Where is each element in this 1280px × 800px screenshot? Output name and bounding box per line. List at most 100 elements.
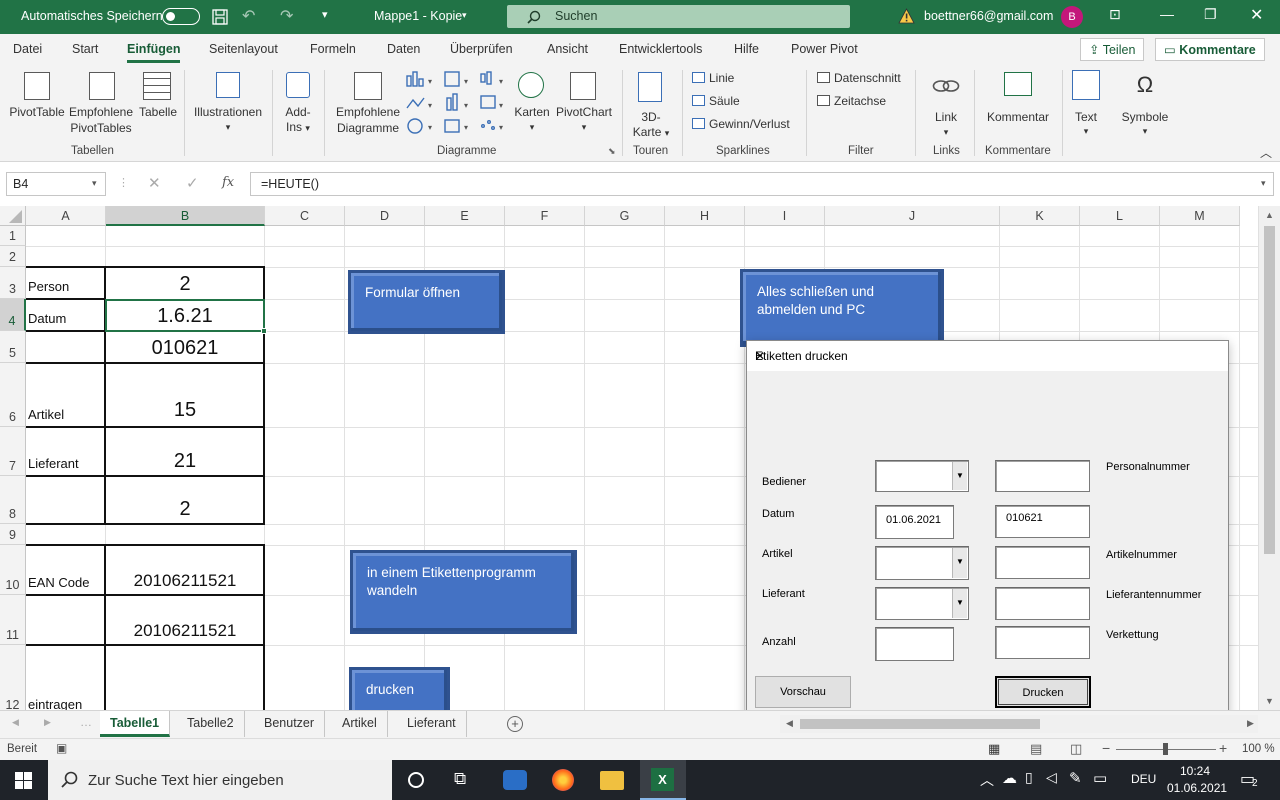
sparkline-line-button[interactable]: Linie	[692, 71, 734, 85]
cell-b8[interactable]: 2	[106, 498, 264, 521]
tab-einfuegen[interactable]: Einfügen	[127, 42, 181, 63]
column-header-j[interactable]: J	[825, 206, 1000, 226]
combobox-arrow-icon[interactable]: ▼	[952, 462, 967, 490]
column-header-f[interactable]: F	[505, 206, 585, 226]
cell-b10[interactable]: 20106211521	[106, 571, 264, 591]
column-header-l[interactable]: L	[1080, 206, 1160, 226]
vertical-scrollbar[interactable]: ▲ ▼	[1258, 206, 1280, 710]
text-button[interactable]: Text ▾	[1066, 70, 1106, 140]
link-button[interactable]: Link ▾	[924, 72, 968, 142]
sheet-scroll-left-icon[interactable]: ◀	[12, 717, 19, 728]
timeline-button[interactable]: Zeitachse	[817, 94, 886, 108]
dialog-titlebar[interactable]: Etiketten drucken ✕	[747, 341, 1228, 371]
collapse-ribbon-icon[interactable]: ︿	[1260, 144, 1272, 161]
add-sheet-icon[interactable]: +	[507, 716, 523, 732]
comments-button[interactable]: ▭ Kommentare	[1155, 38, 1265, 61]
tab-seitenlayout[interactable]: Seitenlayout	[209, 42, 278, 56]
page-break-view-icon[interactable]: ◫	[1070, 741, 1082, 757]
share-button[interactable]: ⇪ Teilen	[1080, 38, 1145, 61]
formula-input[interactable]: =HEUTE()	[250, 172, 1274, 196]
tab-power-pivot[interactable]: Power Pivot	[791, 42, 858, 56]
battery-icon[interactable]: ▭	[1093, 769, 1107, 787]
taskbar-search[interactable]: Zur Suche Text hier eingeben	[48, 760, 392, 800]
column-header-m[interactable]: M	[1160, 206, 1240, 226]
document-title[interactable]: Mappe1 - Kopie	[374, 9, 462, 23]
minimize-icon[interactable]: —	[1160, 6, 1174, 22]
expand-formula-bar-icon[interactable]: ▾	[1261, 178, 1266, 189]
cell-a6[interactable]: Artikel	[28, 407, 64, 422]
supplier-number-field[interactable]	[995, 587, 1090, 620]
onedrive-icon[interactable]: ☁	[1002, 769, 1017, 787]
avatar[interactable]: B	[1061, 6, 1083, 28]
slicer-button[interactable]: Datenschnitt	[817, 71, 901, 85]
preview-button[interactable]: Vorschau	[755, 676, 851, 708]
symbols-button[interactable]: Ω Symbole ▾	[1118, 70, 1172, 140]
cell-a7[interactable]: Lieferant	[28, 456, 79, 471]
dialog-launcher-icon[interactable]: ⬊	[608, 146, 616, 157]
zoom-out-icon[interactable]: −	[1102, 740, 1110, 756]
task-view-icon[interactable]: ⧉	[454, 769, 466, 789]
date-field[interactable]: 01.06.2021	[875, 505, 954, 539]
row-header-9[interactable]: 9	[0, 524, 26, 545]
column-header-k[interactable]: K	[1000, 206, 1080, 226]
cell-b6[interactable]: 15	[106, 399, 264, 422]
pivottable-button[interactable]: PivotTable	[8, 72, 66, 134]
3d-map-button[interactable]: 3D- Karte ▾	[628, 72, 674, 142]
warning-icon[interactable]	[898, 8, 915, 24]
tab-hilfe[interactable]: Hilfe	[734, 42, 759, 56]
close-window-icon[interactable]: ✕	[1250, 5, 1263, 25]
row-header-4[interactable]: 4	[0, 299, 26, 331]
article-number-field[interactable]	[995, 546, 1090, 579]
network-icon[interactable]: ▯	[1025, 769, 1033, 786]
recommended-pivottables-button[interactable]: Empfohlene PivotTables	[67, 72, 135, 135]
table-button[interactable]: Tabelle	[137, 72, 179, 134]
column-header-a[interactable]: A	[26, 206, 106, 226]
date-code-field[interactable]: 010621	[995, 505, 1090, 538]
row-header-7[interactable]: 7	[0, 427, 26, 476]
save-icon[interactable]	[212, 9, 228, 25]
undo-icon[interactable]: ↶	[242, 6, 255, 26]
redo-icon[interactable]: ↷	[280, 6, 293, 26]
scroll-left-icon[interactable]: ◀	[786, 718, 793, 729]
count-field[interactable]	[875, 627, 954, 661]
tab-start[interactable]: Start	[72, 42, 98, 56]
ink-icon[interactable]: ✎	[1069, 769, 1082, 787]
title-chevron-down-icon[interactable]: ▾	[462, 10, 467, 21]
sheet-scroll-right-icon[interactable]: ▶	[44, 717, 51, 728]
column-header-b[interactable]: B	[106, 206, 265, 226]
operator-combobox[interactable]: ▼	[875, 460, 969, 492]
concatenation-field[interactable]	[995, 626, 1090, 659]
select-all-corner[interactable]	[0, 206, 26, 226]
scroll-down-icon[interactable]: ▼	[1265, 696, 1274, 706]
horizontal-scrollbar[interactable]: ◀ ▶	[780, 715, 1258, 733]
column-header-d[interactable]: D	[345, 206, 425, 226]
row-header-10[interactable]: 10	[0, 545, 26, 595]
cell-a12[interactable]: eintragen	[28, 697, 82, 710]
cell-a4[interactable]: Datum	[28, 311, 66, 326]
cell-b3[interactable]: 2	[106, 273, 264, 296]
cell-b4[interactable]: 1.6.21	[106, 305, 264, 328]
tab-entwicklertools[interactable]: Entwicklertools	[619, 42, 702, 56]
print-macro-button[interactable]: drucken	[349, 667, 450, 710]
windows-start-icon[interactable]	[15, 772, 32, 789]
row-header-6[interactable]: 6	[0, 363, 26, 427]
file-explorer-icon[interactable]	[600, 771, 624, 790]
row-header-11[interactable]: 11	[0, 595, 26, 645]
speaker-icon[interactable]: ◁	[1046, 769, 1057, 786]
combobox-arrow-icon[interactable]: ▼	[952, 589, 967, 618]
fill-handle[interactable]	[261, 328, 267, 334]
column-header-h[interactable]: H	[665, 206, 745, 226]
sheet-tab-tabelle2[interactable]: Tabelle2	[177, 711, 245, 737]
hscroll-thumb[interactable]	[800, 719, 1040, 729]
language-indicator[interactable]: DEU	[1131, 772, 1156, 786]
convert-label-program-button[interactable]: in einem Etikettenprogramm wandeln	[350, 550, 577, 634]
row-header-5[interactable]: 5	[0, 331, 26, 363]
tab-datei[interactable]: Datei	[13, 42, 42, 56]
row-header-8[interactable]: 8	[0, 476, 26, 524]
name-box[interactable]: B4	[6, 172, 106, 196]
zoom-level[interactable]: 100 %	[1242, 743, 1275, 755]
row-header-2[interactable]: 2	[0, 246, 26, 267]
print-button[interactable]: Drucken	[995, 676, 1091, 708]
scrollbar-thumb[interactable]	[1264, 226, 1275, 554]
page-layout-view-icon[interactable]: ▤	[1030, 741, 1042, 757]
